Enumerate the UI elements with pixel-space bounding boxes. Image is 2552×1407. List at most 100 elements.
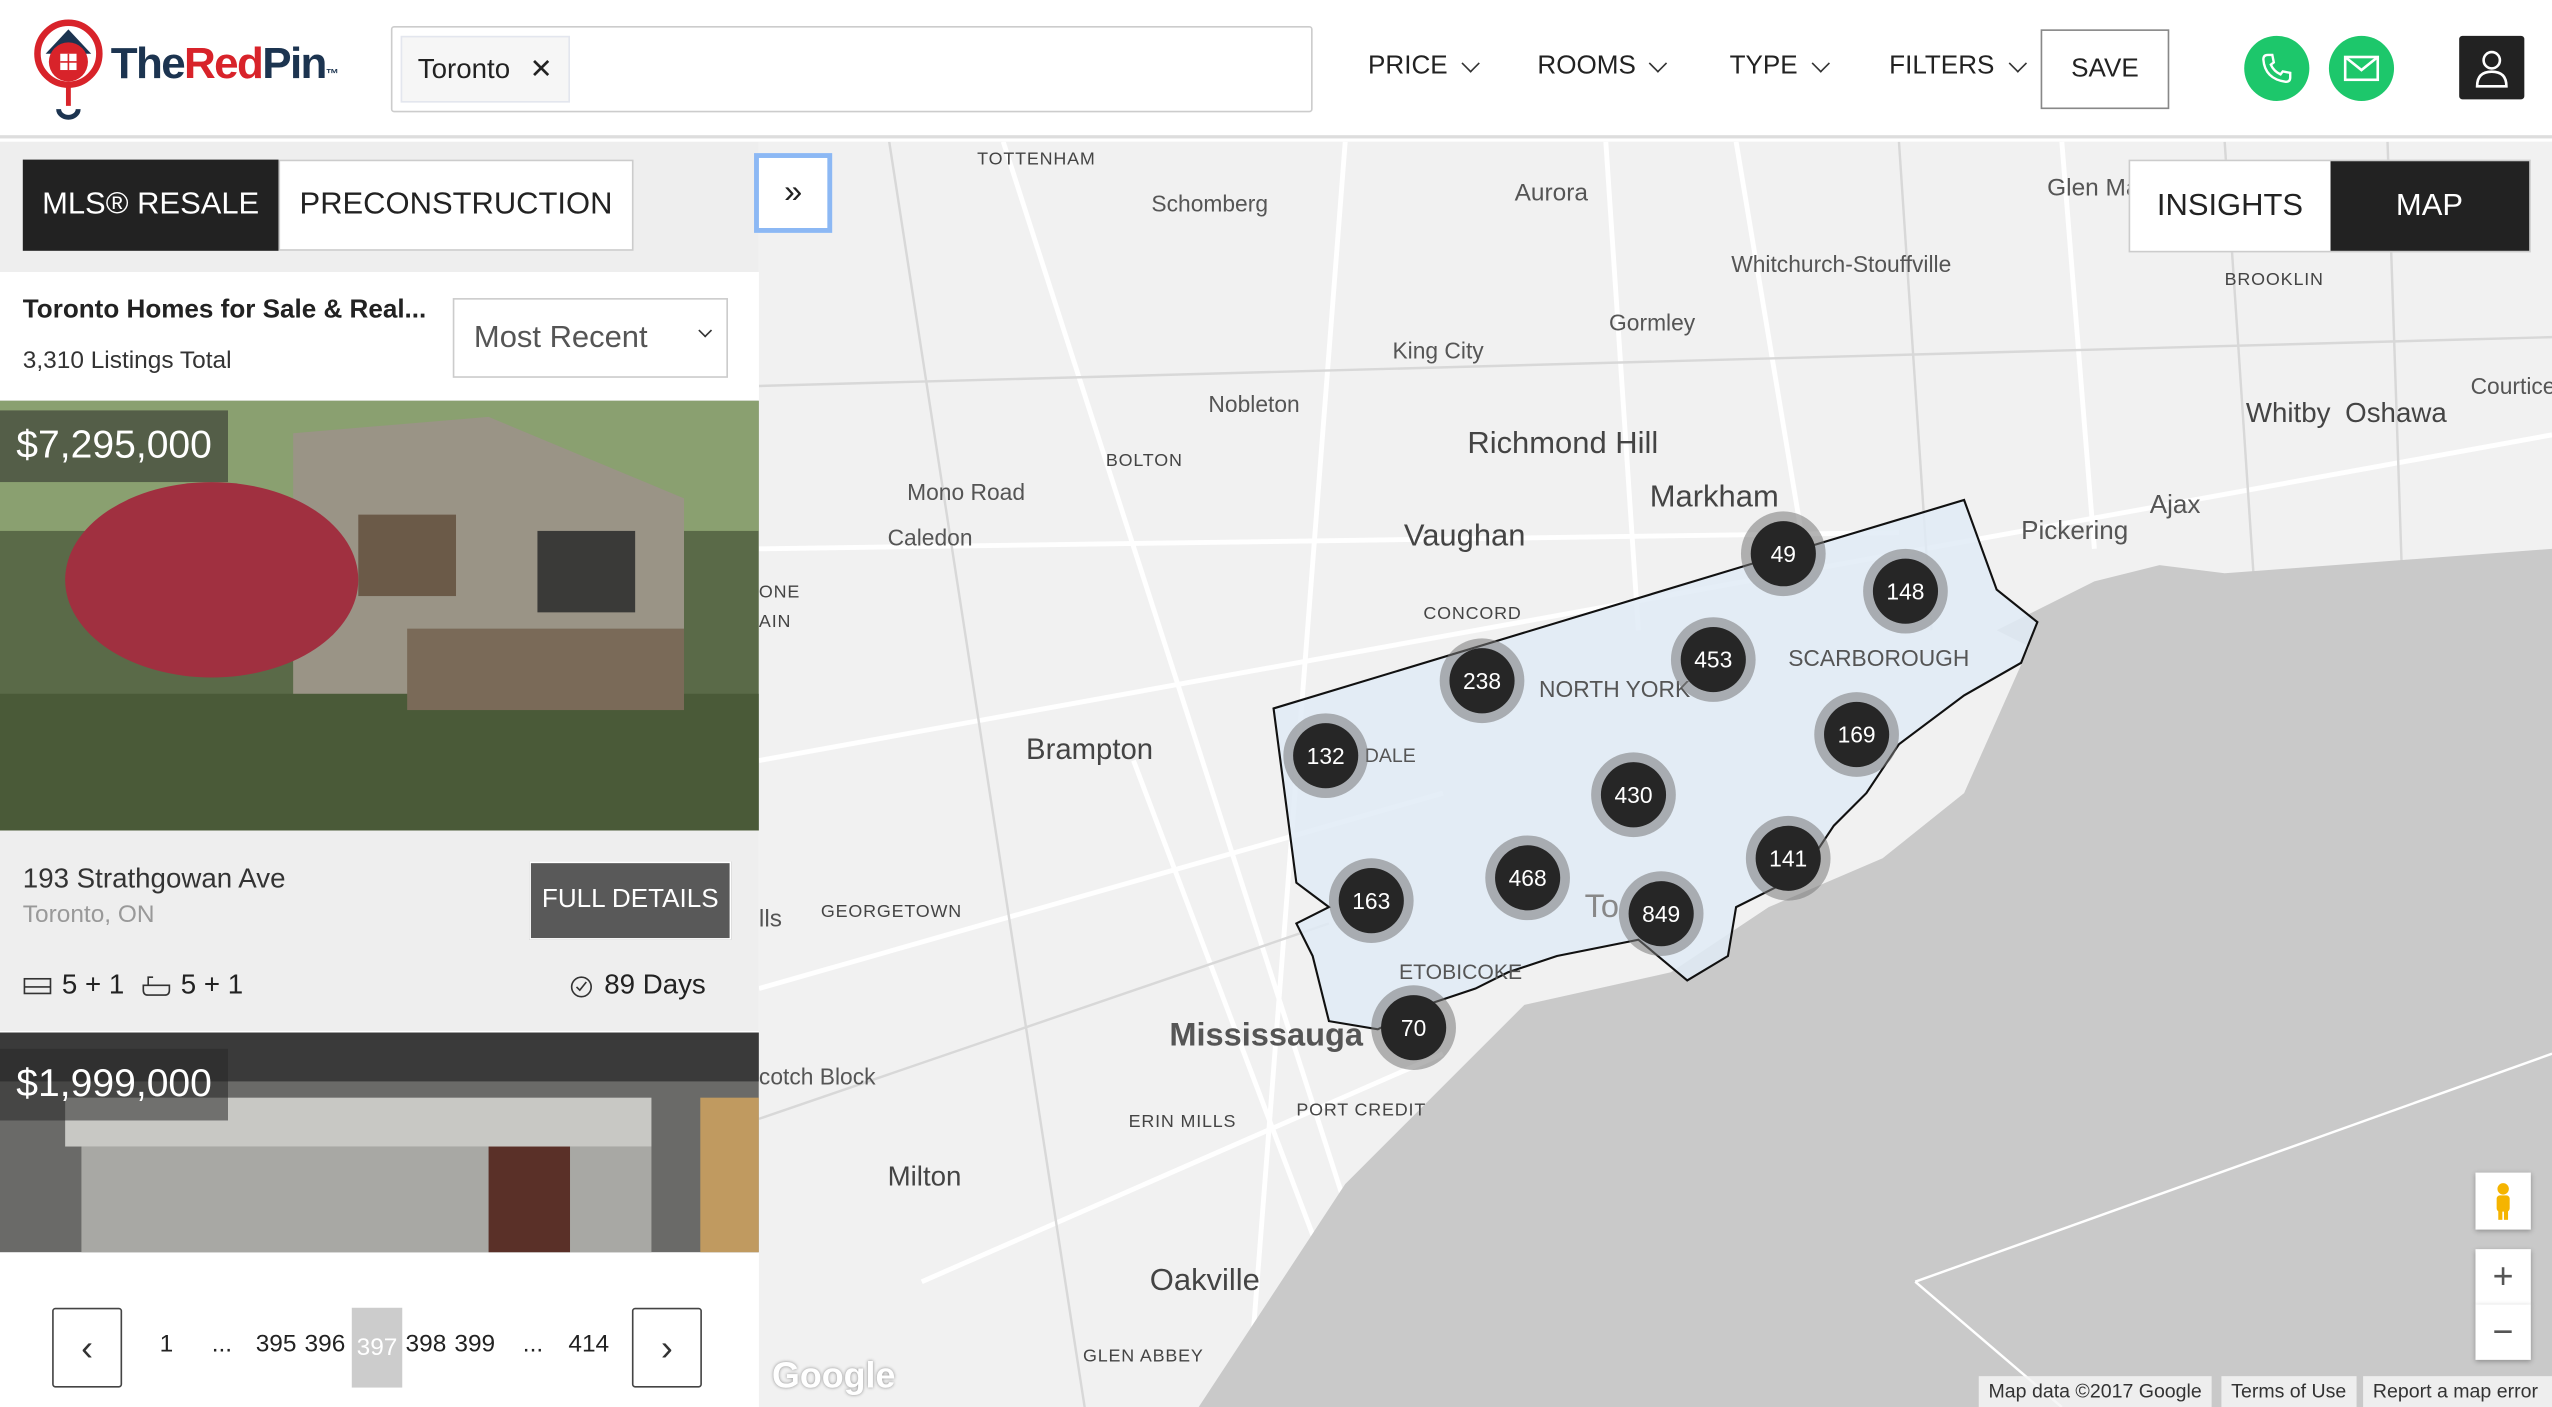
map-label: King City (1392, 337, 1484, 364)
listing-cluster[interactable]: 453 (1670, 617, 1756, 702)
full-details-button[interactable]: FULL DETAILS (529, 861, 732, 940)
map[interactable]: TOTTENHAM Schomberg Aurora Glen Ma Whitc… (758, 141, 2552, 1407)
page-link[interactable]: 414 (568, 1331, 609, 1359)
map-label: GLEN ABBEY (1083, 1346, 1204, 1367)
map-label: Oshawa (2345, 397, 2447, 429)
listing-price: $7,295,000 (0, 410, 229, 483)
sort-value: Most Recent (473, 320, 648, 355)
filters-dropdown[interactable]: FILTERS (1889, 52, 2027, 81)
map-label: ERIN MILLS (1128, 1112, 1237, 1132)
view-toggle: INSIGHTS MAP (2128, 159, 2531, 253)
listing-card[interactable]: $1,999,000 (0, 1032, 759, 1253)
results-title: Toronto Homes for Sale & Real... (22, 296, 427, 325)
close-icon[interactable]: ✕ (530, 53, 553, 86)
listing-cluster[interactable]: 49 (1740, 511, 1826, 597)
listing-cluster[interactable]: 132 (1283, 713, 1369, 799)
cluster-count: 849 (1628, 881, 1694, 947)
listing-cluster[interactable]: 163 (1328, 858, 1414, 943)
listing-cluster[interactable]: 70 (1371, 985, 1456, 1070)
beds-stat: 5 + 1 (23, 969, 124, 1002)
prev-page-button[interactable]: ‹ (52, 1307, 123, 1388)
report-map-error-link[interactable]: Report a map error (2363, 1376, 2552, 1407)
cluster-count: 141 (1755, 825, 1821, 891)
next-page-button[interactable]: › (631, 1307, 702, 1388)
beds-value: 5 + 1 (61, 969, 125, 1000)
map-label: BROOKLIN (2224, 270, 2324, 290)
logo-pin-icon[interactable] (33, 18, 105, 130)
map-label: Courtice (2470, 372, 2552, 400)
tab-mls-resale[interactable]: MLS® RESALE (22, 159, 279, 251)
map-label: BOLTON (1105, 451, 1183, 471)
page-link[interactable]: 399 (454, 1331, 495, 1359)
insights-button[interactable]: INSIGHTS (2130, 161, 2330, 251)
map-label: Milton (887, 1161, 962, 1193)
listing-cluster[interactable]: 148 (1863, 548, 1948, 634)
listings-panel: MLS® RESALE PRECONSTRUCTION Toronto Home… (0, 141, 759, 1407)
map-label: Vaughan (1403, 519, 1526, 554)
zoom-out-button[interactable]: − (2475, 1304, 2531, 1360)
logo-red: Red (184, 39, 264, 88)
logo-the: The (110, 39, 186, 88)
map-label: Whitchurch-Stouffville (1731, 250, 1952, 277)
map-label: Aurora (1514, 179, 1588, 207)
rooms-dropdown[interactable]: ROOMS (1537, 52, 1668, 81)
type-dropdown[interactable]: TYPE (1730, 52, 1830, 81)
map-label: Richmond Hill (1467, 426, 1659, 461)
search-input[interactable]: Toronto ✕ (390, 26, 1313, 113)
listing-address[interactable]: 193 Strathgowan Ave (23, 863, 286, 896)
chevron-down-icon (698, 323, 713, 338)
listing-card[interactable]: $7,295,000 ‹ › (0, 400, 759, 831)
map-label: CONCORD (1423, 604, 1522, 624)
listing-cluster[interactable]: 430 (1591, 752, 1676, 838)
page-ellipsis: ... (522, 1330, 544, 1359)
map-button[interactable]: MAP (2329, 161, 2530, 251)
map-label: lls (758, 905, 783, 934)
terms-link[interactable]: Terms of Use (2221, 1376, 2357, 1407)
map-label: PORT CREDIT (1296, 1100, 1427, 1121)
page-link[interactable]: 1 (160, 1331, 174, 1359)
listing-cluster[interactable]: 169 (1814, 692, 1899, 777)
listing-city: Toronto, ON (22, 900, 155, 929)
map-label: DALE (1364, 744, 1416, 768)
cluster-count: 238 (1449, 648, 1515, 714)
listing-cluster[interactable]: 468 (1485, 835, 1570, 921)
page-link[interactable]: 395 (256, 1331, 297, 1359)
map-label: Mono Road (907, 478, 1026, 505)
cluster-count: 49 (1750, 521, 1816, 587)
price-dropdown[interactable]: PRICE (1368, 52, 1480, 81)
save-button[interactable]: SAVE (2040, 29, 2170, 110)
cluster-count: 132 (1293, 723, 1359, 789)
listing-tabs: MLS® RESALE PRECONSTRUCTION (0, 141, 759, 272)
logo-pin: Pin (262, 39, 327, 88)
cluster-count: 70 (1381, 995, 1447, 1061)
map-label: Pickering (2021, 517, 2129, 546)
listing-cluster[interactable]: 238 (1439, 638, 1525, 724)
zoom-in-button[interactable]: + (2475, 1249, 2531, 1305)
map-label: Nobleton (1208, 390, 1300, 417)
collapse-panel-button[interactable]: » (754, 153, 833, 233)
pagination: ‹ 1 ... 395 396 397 398 399 ... 414 › (0, 1307, 759, 1389)
map-label: ETOBICOKE (1398, 959, 1523, 984)
cluster-count: 453 (1680, 627, 1746, 693)
listing-price: $1,999,000 (0, 1048, 229, 1121)
sort-select[interactable]: Most Recent (452, 298, 728, 378)
account-button[interactable] (2459, 35, 2525, 100)
street-view-pegman[interactable] (2475, 1172, 2531, 1230)
bed-icon (23, 977, 52, 995)
rooms-label: ROOMS (1537, 52, 1636, 80)
tab-preconstruction[interactable]: PRECONSTRUCTION (278, 159, 634, 251)
listing-cluster[interactable]: 141 (1745, 815, 1831, 901)
page-link[interactable]: 396 (305, 1331, 346, 1359)
logo-text[interactable]: TheRedPin™ (110, 39, 339, 89)
email-button[interactable] (2328, 35, 2395, 101)
logo-tm: ™ (325, 66, 339, 82)
current-page[interactable]: 397 (351, 1307, 403, 1388)
pegman-icon (2496, 1182, 2510, 1220)
listing-info: 193 Strathgowan Ave Toronto, ON FULL DET… (0, 830, 759, 1031)
phone-button[interactable] (2244, 35, 2310, 101)
chevron-down-icon (1811, 54, 1830, 73)
map-label: Brampton (1026, 732, 1154, 766)
page-link[interactable]: 398 (406, 1331, 447, 1359)
baths-stat: 5 + 1 (142, 969, 243, 1002)
listing-cluster[interactable]: 849 (1618, 871, 1704, 956)
